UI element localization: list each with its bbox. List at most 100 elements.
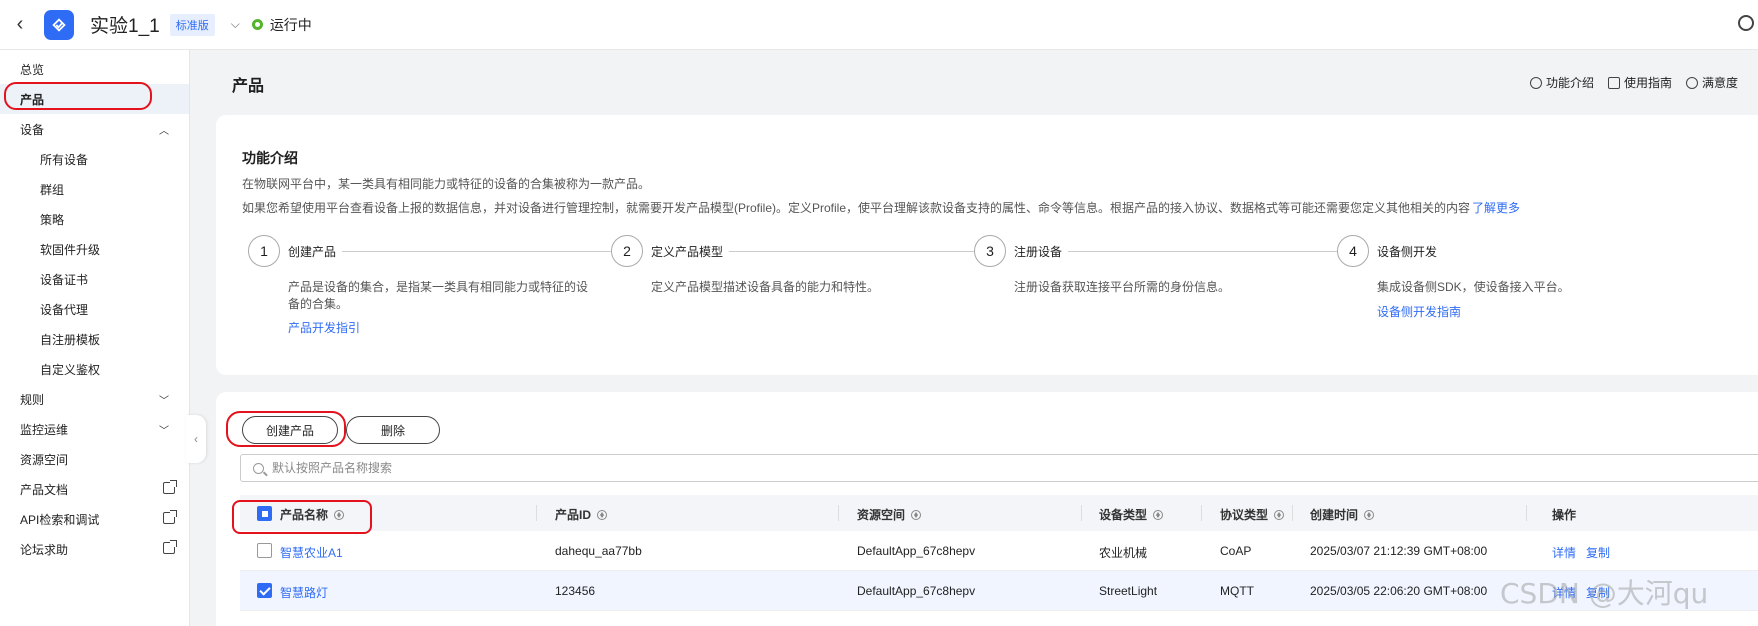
device-dev-guide-link[interactable]: 设备侧开发指南: [1377, 303, 1461, 320]
sidebar-item-groups[interactable]: 群组: [0, 174, 189, 204]
back-arrow-icon[interactable]: ‹: [0, 13, 40, 36]
search-input[interactable]: [272, 461, 872, 475]
step-description: 集成设备侧SDK，使设备接入平台。: [1377, 280, 1570, 294]
feature-intro-label: 功能介绍: [1546, 76, 1595, 90]
product-name-link[interactable]: 智慧路灯: [280, 584, 328, 601]
product-id: dahequ_aa77bb: [555, 544, 642, 558]
column-header-created[interactable]: 创建时间: [1310, 506, 1375, 523]
sidebar-item-rules[interactable]: 规则 ﹀: [0, 384, 189, 414]
external-link-icon: [163, 540, 177, 554]
sidebar-item-products[interactable]: 产品: [0, 84, 189, 114]
step-description: 产品是设备的集合，是指某一类具有相同能力或特征的设备的合集。: [288, 280, 589, 311]
column-header-label: 资源空间: [857, 508, 906, 522]
feature-intro-link[interactable]: 功能介绍: [1530, 74, 1594, 91]
details-link[interactable]: 详情: [1552, 544, 1576, 561]
sidebar-item-monitoring[interactable]: 监控运维 ﹀: [0, 414, 189, 444]
column-header-protocol[interactable]: 协议类型: [1220, 506, 1285, 523]
column-header-space[interactable]: 资源空间: [857, 506, 922, 523]
sort-icon: [1153, 509, 1164, 520]
learn-more-link[interactable]: 了解更多: [1472, 201, 1520, 215]
sidebar: 总览 产品 设备 ︿ 所有设备 群组 策略 软固件升级 设备证书 设备代理 自注册…: [0, 50, 190, 626]
column-header-label: 产品名称: [280, 508, 329, 522]
sidebar-item-resource-space[interactable]: 资源空间: [0, 444, 189, 474]
step-description: 注册设备获取连接平台所需的身份信息。: [1014, 280, 1231, 294]
product-name-link[interactable]: 智慧农业A1: [280, 544, 343, 561]
protocol-type: CoAP: [1220, 544, 1252, 558]
sidebar-item-self-registration[interactable]: 自注册模板: [0, 324, 189, 354]
chevron-down-icon[interactable]: ⌵: [231, 17, 240, 32]
status-text: 运行中: [269, 16, 312, 33]
smile-icon: [1686, 76, 1699, 89]
sidebar-collapse-button[interactable]: ‹: [186, 415, 206, 463]
sidebar-item-all-devices[interactable]: 所有设备: [0, 144, 189, 174]
sidebar-item-api-explorer[interactable]: API检索和调试: [0, 504, 189, 534]
chevron-down-icon: ﹀: [159, 396, 169, 407]
column-divider: [1526, 505, 1527, 521]
sidebar-item-forum[interactable]: 论坛求助: [0, 534, 189, 564]
sidebar-item-label: 设备: [20, 122, 45, 137]
chevron-up-icon: ︿: [159, 126, 169, 137]
column-divider: [536, 505, 537, 521]
product-dev-guide-link[interactable]: 产品开发指引: [288, 319, 360, 336]
sidebar-item-policies[interactable]: 策略: [0, 204, 189, 234]
sidebar-item-label: 资源空间: [20, 452, 69, 467]
sidebar-item-firmware-upgrade[interactable]: 软固件升级: [0, 234, 189, 264]
sidebar-item-label: 规则: [20, 392, 45, 407]
step-number: 1: [248, 235, 280, 267]
copy-link[interactable]: 复制: [1586, 584, 1610, 601]
column-header-label: 产品ID: [555, 508, 592, 522]
satisfaction-link[interactable]: 满意度: [1686, 74, 1738, 91]
column-divider: [1292, 505, 1293, 521]
resource-space: DefaultApp_67c8hepv: [857, 544, 976, 558]
sort-icon: [911, 509, 922, 520]
sidebar-item-overview[interactable]: 总览: [0, 54, 189, 84]
table-header: 产品名称 产品ID 资源空间 设备类型 协议类型 创建时间 操作: [240, 495, 1758, 531]
column-header-actions: 操作: [1552, 506, 1576, 523]
sidebar-item-label: 软固件升级: [40, 242, 101, 257]
sort-icon: [1274, 509, 1285, 520]
sidebar-item-label: 总览: [20, 62, 45, 77]
sidebar-item-device-proxy[interactable]: 设备代理: [0, 294, 189, 324]
device-type: 农业机械: [1099, 546, 1148, 560]
search-icon: [253, 462, 264, 474]
step-number: 2: [611, 235, 643, 267]
sort-icon: [334, 509, 345, 520]
column-divider: [1201, 505, 1202, 521]
row-checkbox[interactable]: [257, 543, 272, 558]
delete-button[interactable]: 删除: [346, 416, 440, 444]
column-header-label: 协议类型: [1220, 508, 1269, 522]
column-header-name[interactable]: 产品名称: [280, 506, 345, 523]
sidebar-item-label: 论坛求助: [20, 542, 69, 557]
search-bar: [240, 454, 1758, 482]
column-divider: [1081, 505, 1082, 521]
satisfaction-label: 满意度: [1702, 76, 1739, 90]
feature-intro-card: 功能介绍 在物联网平台中，某一类具有相同能力或特征的设备的合集被称为一款产品。 …: [216, 115, 1758, 375]
search-icon[interactable]: [1738, 15, 1754, 31]
sidebar-item-devices[interactable]: 设备 ︿: [0, 114, 189, 144]
step-title: 定义产品模型: [651, 243, 730, 260]
device-type: StreetLight: [1099, 584, 1158, 598]
create-product-button[interactable]: 创建产品: [242, 416, 338, 444]
page-title: 产品: [232, 78, 265, 95]
sidebar-item-label: 产品: [20, 92, 45, 107]
sidebar-item-label: 设备代理: [40, 302, 89, 317]
copy-link[interactable]: 复制: [1586, 544, 1610, 561]
sidebar-item-product-docs[interactable]: 产品文档: [0, 474, 189, 504]
usage-guide-link[interactable]: 使用指南: [1608, 74, 1672, 91]
row-checkbox[interactable]: [257, 583, 272, 598]
sidebar-item-label: 产品文档: [20, 482, 69, 497]
column-header-id[interactable]: 产品ID: [555, 506, 608, 523]
external-link-icon: [163, 510, 177, 524]
intro-description: 在物联网平台中，某一类具有相同能力或特征的设备的合集被称为一款产品。: [242, 177, 651, 191]
sidebar-item-custom-auth[interactable]: 自定义鉴权: [0, 354, 189, 384]
sidebar-item-device-certificates[interactable]: 设备证书: [0, 264, 189, 294]
external-link-icon: [163, 480, 177, 494]
sidebar-item-label: 群组: [40, 182, 65, 197]
step-number: 3: [974, 235, 1006, 267]
column-divider: [838, 505, 839, 521]
column-header-device-type[interactable]: 设备类型: [1099, 506, 1164, 523]
select-all-checkbox[interactable]: [257, 506, 272, 521]
step-title: 创建产品: [288, 243, 343, 260]
column-header-label: 设备类型: [1099, 508, 1148, 522]
details-link[interactable]: 详情: [1552, 584, 1576, 601]
